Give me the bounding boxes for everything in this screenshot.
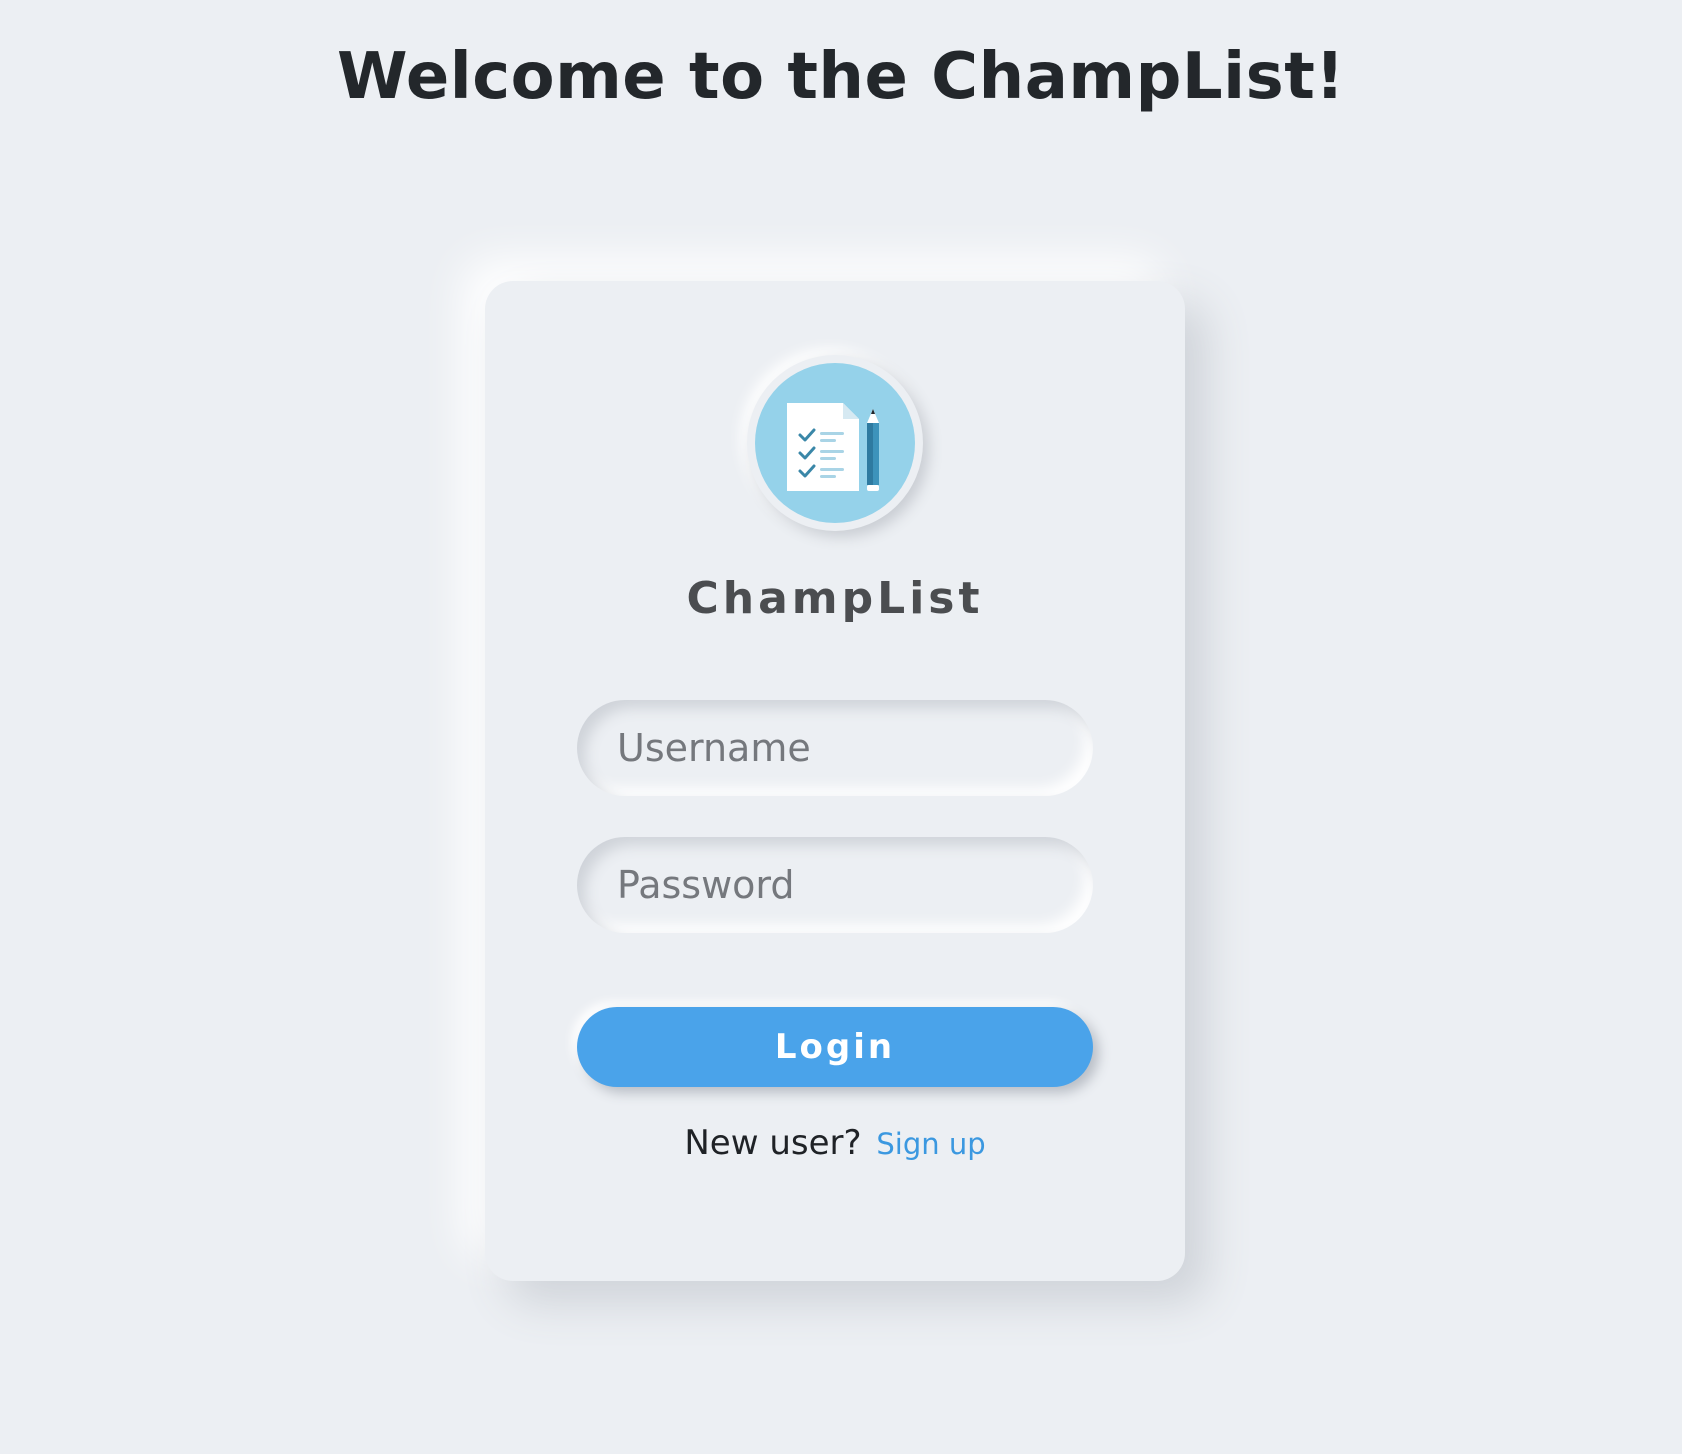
username-field: [577, 700, 1093, 796]
signup-row: New user? Sign up: [485, 1123, 1185, 1163]
username-input[interactable]: [577, 700, 1093, 796]
logo-ring: [747, 355, 923, 531]
signup-prompt: New user?: [684, 1123, 862, 1163]
checklist-with-pencil-icon: [755, 363, 915, 523]
password-input[interactable]: [577, 837, 1093, 933]
password-field: [577, 837, 1093, 933]
login-button[interactable]: Login: [577, 1007, 1093, 1087]
brand-name: ChampList: [686, 573, 984, 624]
page-title: Welcome to the ChampList!: [337, 40, 1345, 114]
login-card: ChampList Login New user? Sign up: [485, 281, 1185, 1281]
signup-link[interactable]: Sign up: [876, 1127, 985, 1161]
